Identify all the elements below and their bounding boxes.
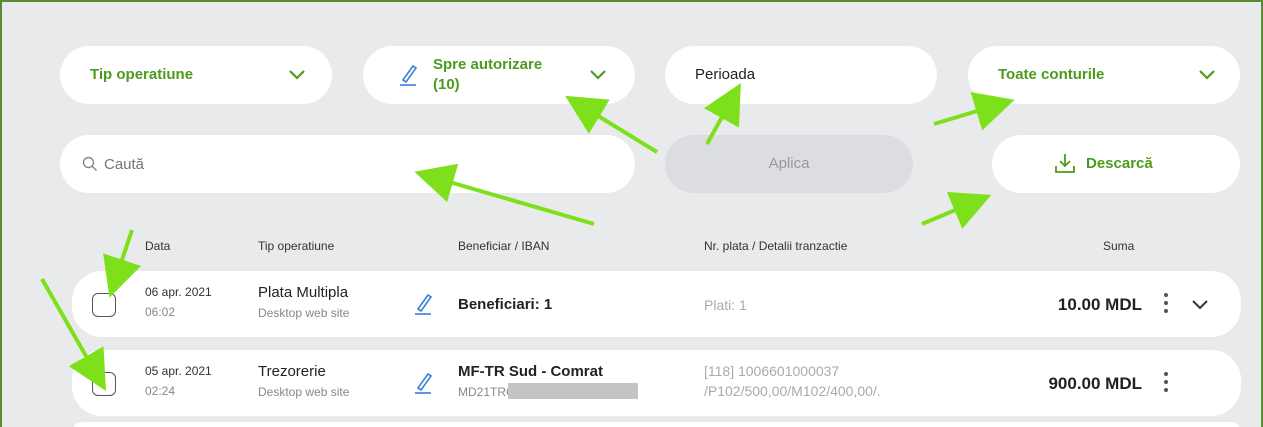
redaction-bar [508, 383, 638, 399]
chevron-down-icon [289, 70, 305, 80]
more-options-icon[interactable] [1164, 372, 1170, 396]
row-beneficiary: MF-TR Sud - Comrat [458, 363, 603, 380]
pen-icon [400, 64, 418, 86]
toate-conturile-label: Toate conturile [998, 66, 1105, 83]
row-date: 06 apr. 2021 [145, 285, 212, 299]
more-options-icon[interactable] [1164, 293, 1170, 317]
row-amount: 900.00 MDL [1048, 374, 1142, 393]
perioada-field[interactable]: Perioada [665, 46, 937, 104]
row-type: Plata Multipla [258, 284, 349, 301]
pen-icon [415, 372, 433, 394]
row-source: Desktop web site [258, 306, 350, 320]
chevron-down-icon [1199, 70, 1215, 80]
spre-autorizare-dropdown[interactable]: Spre autorizare (10) [363, 46, 635, 104]
table-row[interactable]: 05 apr. 2021 02:24 Trezorerie Desktop we… [72, 350, 1241, 416]
spre-autorizare-count: (10) [433, 76, 460, 93]
aplica-label: Aplica [768, 155, 810, 172]
row-checkbox[interactable] [92, 372, 116, 396]
toate-conturile-dropdown[interactable]: Toate conturile [968, 46, 1240, 104]
row-details: Plati: 1 [704, 297, 747, 313]
chevron-down-icon[interactable] [1191, 299, 1209, 311]
tip-operatiune-dropdown[interactable]: Tip operatiune [60, 46, 332, 104]
search-input[interactable] [104, 153, 584, 175]
column-header-beneficiar: Beneficiar / IBAN [458, 239, 550, 253]
row-checkbox[interactable] [92, 293, 116, 317]
row-amount: 10.00 MDL [1057, 295, 1142, 314]
table-row [72, 422, 1241, 427]
page-frame: Tip operatiune Spre autorizare (10) Peri… [0, 0, 1263, 427]
pen-icon [415, 293, 433, 315]
row-time: 06:02 [145, 305, 176, 319]
tip-operatiune-label: Tip operatiune [90, 66, 194, 83]
descarca-button[interactable]: Descarcă [992, 135, 1240, 193]
perioada-label: Perioada [695, 66, 756, 83]
row-beneficiary: Beneficiari: 1 [458, 296, 553, 313]
column-header-data: Data [145, 239, 171, 253]
column-header-tip: Tip operatiune [258, 239, 335, 253]
column-header-nr-plata: Nr. plata / Detalii tranzactie [704, 239, 848, 253]
row-date: 05 apr. 2021 [145, 364, 212, 378]
row-details-line1: [118] 1006601000037 [704, 363, 840, 379]
download-icon [1055, 154, 1075, 173]
column-header-suma: Suma [1103, 239, 1135, 253]
row-details-line2: /P102/500,00/M102/400,00/. [704, 383, 881, 399]
row-time: 02:24 [145, 384, 176, 398]
search-icon [82, 156, 97, 171]
spre-autorizare-label: Spre autorizare [433, 56, 543, 73]
table-row[interactable]: 06 apr. 2021 06:02 Plata Multipla Deskto… [72, 271, 1241, 337]
row-type: Trezorerie [258, 363, 326, 380]
aplica-button[interactable]: Aplica [665, 135, 913, 193]
descarca-label: Descarcă [1086, 155, 1153, 172]
search-box[interactable] [60, 135, 635, 193]
row-source: Desktop web site [258, 385, 350, 399]
chevron-down-icon [590, 70, 606, 80]
